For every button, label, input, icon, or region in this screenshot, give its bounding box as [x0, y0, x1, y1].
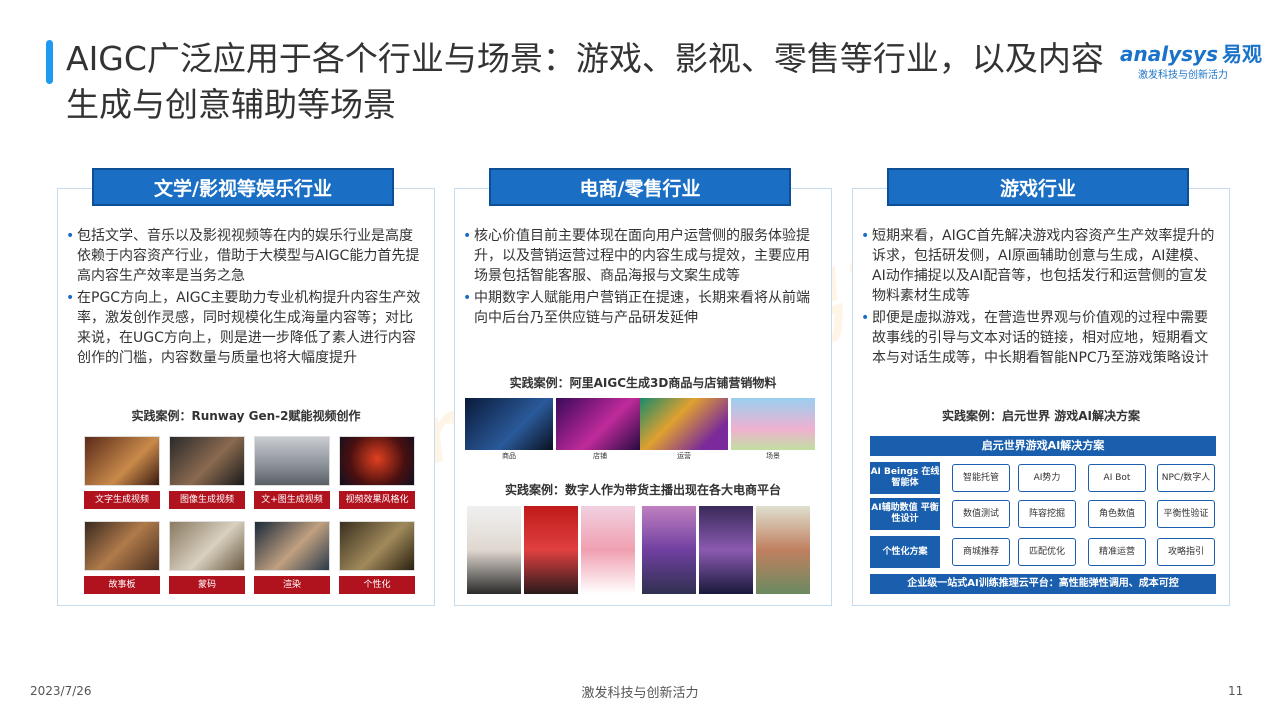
bullet-item: 在PGC方向上，AIGC主要助力专业机构提升内容生产效率，激发创作灵感，同时规模… — [66, 288, 426, 368]
logo-prefix: a — [1120, 42, 1134, 66]
panel-entertainment-heading: 文学/影视等娱乐行业 — [92, 168, 394, 206]
case-label-inspir: 实践案例：启元世界 游戏AI解决方案 — [942, 409, 1140, 423]
runway-thumb-caption: 图像生成视频 — [169, 491, 245, 509]
case-label-runway: 实践案例：Runway Gen-2赋能视频创作 — [131, 409, 361, 423]
digital-human-shot-image — [581, 506, 635, 594]
alibaba-shot-caption: 商品 — [502, 452, 516, 460]
runway-thumb-image — [169, 436, 245, 486]
panel-gaming-heading: 游戏行业 — [887, 168, 1189, 206]
digital-human-shot-image — [699, 506, 753, 594]
alibaba-shot-caption: 场景 — [766, 452, 780, 460]
solution-title: 启元世界游戏AI解决方案 — [870, 436, 1216, 456]
alibaba-shot-caption: 店铺 — [593, 452, 607, 460]
solution-cell: 匹配优化 — [1018, 538, 1076, 566]
runway-thumb-caption: 文字生成视频 — [84, 491, 160, 509]
logo-en: nalysys — [1133, 42, 1218, 66]
panel-ecommerce-heading: 电商/零售行业 — [489, 168, 791, 206]
runway-thumb-image — [84, 436, 160, 486]
solution-cell: AI势力 — [1018, 464, 1076, 492]
digital-human-shot-image — [524, 506, 578, 594]
runway-thumb-image — [339, 436, 415, 486]
runway-thumb-image — [84, 521, 160, 571]
footer-date: 2023/7/26 — [30, 684, 92, 698]
solution-cell: AI Bot — [1088, 464, 1146, 492]
digital-human-shot-image — [467, 506, 521, 594]
solution-cell: 精准运营 — [1088, 538, 1146, 566]
runway-thumb-caption: 故事板 — [84, 576, 160, 594]
alibaba-shot-image — [556, 398, 644, 450]
logo-cn: 易观 — [1221, 42, 1262, 66]
solution-cell: 商城推荐 — [952, 538, 1010, 566]
bullet-item: 包括文学、音乐以及影视视频等在内的娱乐行业是高度依赖于内容资产行业，借助于大模型… — [66, 226, 426, 286]
runway-thumb-caption: 个性化 — [339, 576, 415, 594]
digital-human-shot-image — [756, 506, 810, 594]
panel-gaming-bullets: 短期来看，AIGC首先解决游戏内容资产生产效率提升的诉求，包括研发侧，AI原画辅… — [861, 226, 1221, 370]
page-number: 11 — [1228, 684, 1244, 698]
runway-thumb-image — [254, 521, 330, 571]
title-accent-bar — [46, 40, 53, 84]
bullet-item: 短期来看，AIGC首先解决游戏内容资产生产效率提升的诉求，包括研发侧，AI原画辅… — [861, 226, 1221, 306]
bullet-item: 中期数字人赋能用户营销正在提速，长期来看将从前端向中后台乃至供应链与产品研发延伸 — [463, 288, 823, 328]
solution-cell: NPC/数字人 — [1157, 464, 1215, 492]
solution-footer: 企业级一站式AI训练推理云平台：高性能弹性调用、成本可控 — [870, 574, 1216, 594]
solution-cell: 角色数值 — [1088, 500, 1146, 528]
digital-human-shot-image — [642, 506, 696, 594]
logo-slogan: 激发科技与创新活力 — [1138, 70, 1228, 81]
footer-slogan: 激发科技与创新活力 — [581, 686, 699, 701]
solution-category: AI Beings 在线智能体 — [870, 462, 940, 494]
runway-thumb-caption: 视频效果风格化 — [339, 491, 415, 509]
slide: nalysys 易观分析 AIGC广泛应用于各个行业与场景：游戏、影视、零售等行… — [0, 0, 1280, 720]
alibaba-shot-image — [640, 398, 728, 450]
case-label-digital-human: 实践案例：数字人作为带货主播出现在各大电商平台 — [504, 483, 781, 497]
runway-thumb-image — [339, 521, 415, 571]
game-ai-solution-diagram: 启元世界游戏AI解决方案 AI Beings 在线智能体 智能托管 AI势力 A… — [870, 436, 1216, 594]
alibaba-shot-image — [731, 398, 815, 450]
solution-cell: 阵容挖掘 — [1018, 500, 1076, 528]
runway-thumb-caption: 文+图生成视频 — [254, 491, 330, 509]
panel-ecommerce-bullets: 核心价值目前主要体现在面向用户运营侧的服务体验提升，以及营销运营过程中的内容生成… — [463, 226, 823, 330]
alibaba-shot-caption: 运营 — [677, 452, 691, 460]
solution-cell: 平衡性验证 — [1157, 500, 1215, 528]
solution-cell: 攻略指引 — [1157, 538, 1215, 566]
runway-thumb-image — [169, 521, 245, 571]
analysys-logo: analysys 易观 激发科技与创新活力 — [1120, 38, 1262, 84]
runway-thumb-caption: 蒙码 — [169, 576, 245, 594]
runway-thumb-caption: 渲染 — [254, 576, 330, 594]
solution-category: AI辅助数值 平衡性设计 — [870, 498, 940, 530]
logo-wordmark: analysys 易观 — [1120, 38, 1262, 67]
page-title: AIGC广泛应用于各个行业与场景：游戏、影视、零售等行业，以及内容生成与创意辅助… — [66, 39, 1104, 124]
bullet-item: 即便是虚拟游戏，在营造世界观与价值观的过程中需要故事线的引导与文本对话的链接，相… — [861, 308, 1221, 368]
solution-category: 个性化方案 — [870, 536, 940, 568]
solution-cell: 智能托管 — [952, 464, 1010, 492]
bullet-item: 核心价值目前主要体现在面向用户运营侧的服务体验提升，以及营销运营过程中的内容生成… — [463, 226, 823, 286]
solution-cell: 数值测试 — [952, 500, 1010, 528]
alibaba-shot-image — [465, 398, 553, 450]
runway-thumb-image — [254, 436, 330, 486]
case-label-alibaba: 实践案例：阿里AIGC生成3D商品与店铺营销物料 — [509, 376, 777, 390]
panel-entertainment-bullets: 包括文学、音乐以及影视视频等在内的娱乐行业是高度依赖于内容资产行业，借助于大模型… — [66, 226, 426, 370]
